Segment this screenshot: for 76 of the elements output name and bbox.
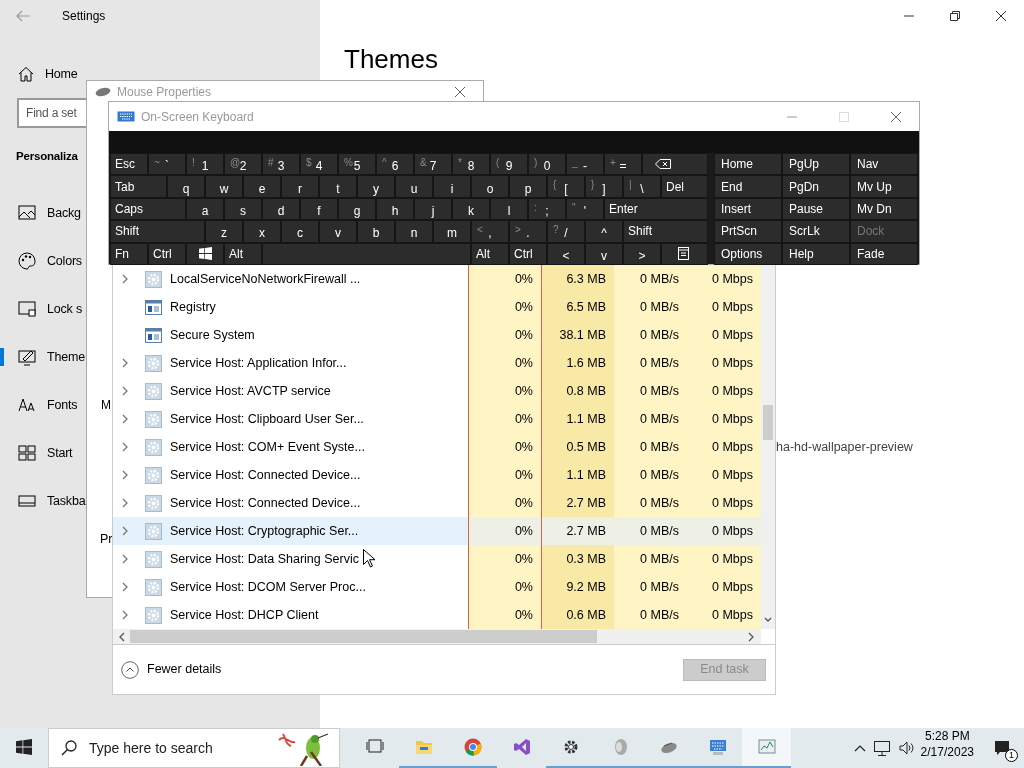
- table-cell: 0 Mbps: [687, 377, 761, 405]
- table-cell: 0%: [468, 377, 541, 405]
- table-cell: 0 Mbps: [687, 293, 761, 321]
- process-name: Service Host: Clipboard User Ser...: [170, 410, 364, 428]
- table-cell: 0 MB/s: [614, 293, 687, 321]
- process-name: Service Host: DHCP Client: [170, 606, 319, 624]
- table-cell: 0%: [468, 489, 541, 517]
- table-cell: 0.8 MB: [541, 377, 614, 405]
- table-cell: 0%: [468, 349, 541, 377]
- table-cell: 0.5 MB: [541, 433, 614, 461]
- process-name: Secure System: [170, 326, 255, 344]
- clock-time: 5:28 PM: [923, 728, 971, 745]
- table-cell: 0 MB/s: [614, 265, 687, 293]
- clock-date: 2/17/2023: [920, 744, 974, 761]
- table-cell: 0 Mbps: [687, 489, 761, 517]
- section-heading: Personaliza: [16, 149, 78, 164]
- table-cell: 0 Mbps: [687, 545, 761, 573]
- table-cell: 0 MB/s: [614, 405, 687, 433]
- process-name: Service Host: Cryptographic Ser...: [170, 522, 359, 540]
- table-cell: 1.1 MB: [541, 405, 614, 433]
- table-cell: 0 Mbps: [687, 433, 761, 461]
- table-cell: 6.5 MB: [541, 293, 614, 321]
- table-cell: 6.3 MB: [541, 265, 614, 293]
- process-name: Service Host: Connected Device...: [170, 494, 361, 512]
- table-cell: 0 MB/s: [614, 349, 687, 377]
- table-cell: 0%: [468, 461, 541, 489]
- table-cell: 0 Mbps: [687, 461, 761, 489]
- table-cell: 38.1 MB: [541, 321, 614, 349]
- table-cell: 0 Mbps: [687, 573, 761, 601]
- table-cell: 0%: [468, 545, 541, 573]
- process-name: Registry: [170, 298, 216, 316]
- table-cell: 0%: [468, 405, 541, 433]
- window-title: Settings: [62, 8, 106, 25]
- table-cell: 0%: [468, 433, 541, 461]
- table-cell: 0 MB/s: [614, 433, 687, 461]
- table-cell: 0.3 MB: [541, 545, 614, 573]
- dialog-title: Mouse Properties: [117, 83, 212, 101]
- table-cell: 0%: [468, 573, 541, 601]
- table-cell: 0.6 MB: [541, 601, 614, 629]
- table-cell: 1.6 MB: [541, 349, 614, 377]
- table-cell: 0 Mbps: [687, 265, 761, 293]
- wallpaper-caption: ha-hd-wallpaper-preview: [776, 439, 913, 456]
- process-name: LocalServiceNoNetworkFirewall ...: [170, 270, 361, 288]
- table-cell: 0 Mbps: [687, 405, 761, 433]
- table-cell: 0 MB/s: [614, 377, 687, 405]
- process-name: Service Host: Data Sharing Servic: [170, 550, 359, 568]
- label-text: M: [101, 397, 111, 414]
- table-cell: 0 MB/s: [614, 489, 687, 517]
- notification-badge: 1: [1005, 749, 1018, 762]
- label-text: Pr: [100, 531, 113, 548]
- table-cell: 0 Mbps: [687, 517, 761, 545]
- process-name: Service Host: AVCTP service: [170, 382, 331, 400]
- table-cell: 0%: [468, 265, 541, 293]
- process-name: Service Host: Application Infor...: [170, 354, 347, 372]
- table-cell: 0%: [468, 517, 541, 545]
- table-cell: 0%: [468, 601, 541, 629]
- page-heading: Themes: [344, 44, 438, 76]
- table-cell: 2.7 MB: [541, 489, 614, 517]
- table-cell: 0 MB/s: [614, 601, 687, 629]
- table-cell: 1.1 MB: [541, 461, 614, 489]
- table-cell: 0%: [468, 293, 541, 321]
- table-cell: 0 MB/s: [614, 573, 687, 601]
- table-cell: 0 MB/s: [614, 545, 687, 573]
- table-cell: 0 MB/s: [614, 517, 687, 545]
- table-cell: 0 MB/s: [614, 461, 687, 489]
- table-cell: 0 MB/s: [614, 321, 687, 349]
- table-cell: 0 Mbps: [687, 321, 761, 349]
- table-cell: 0%: [468, 321, 541, 349]
- process-name: Service Host: COM+ Event Syste...: [170, 438, 365, 456]
- process-name: Service Host: Connected Device...: [170, 466, 361, 484]
- table-cell: 0 Mbps: [687, 601, 761, 629]
- table-cell: 9.2 MB: [541, 573, 614, 601]
- window-title: On-Screen Keyboard: [141, 108, 254, 126]
- table-cell: 2.7 MB: [541, 517, 614, 545]
- table-cell: 0 Mbps: [687, 349, 761, 377]
- process-name: Service Host: DCOM Server Proc...: [170, 578, 366, 596]
